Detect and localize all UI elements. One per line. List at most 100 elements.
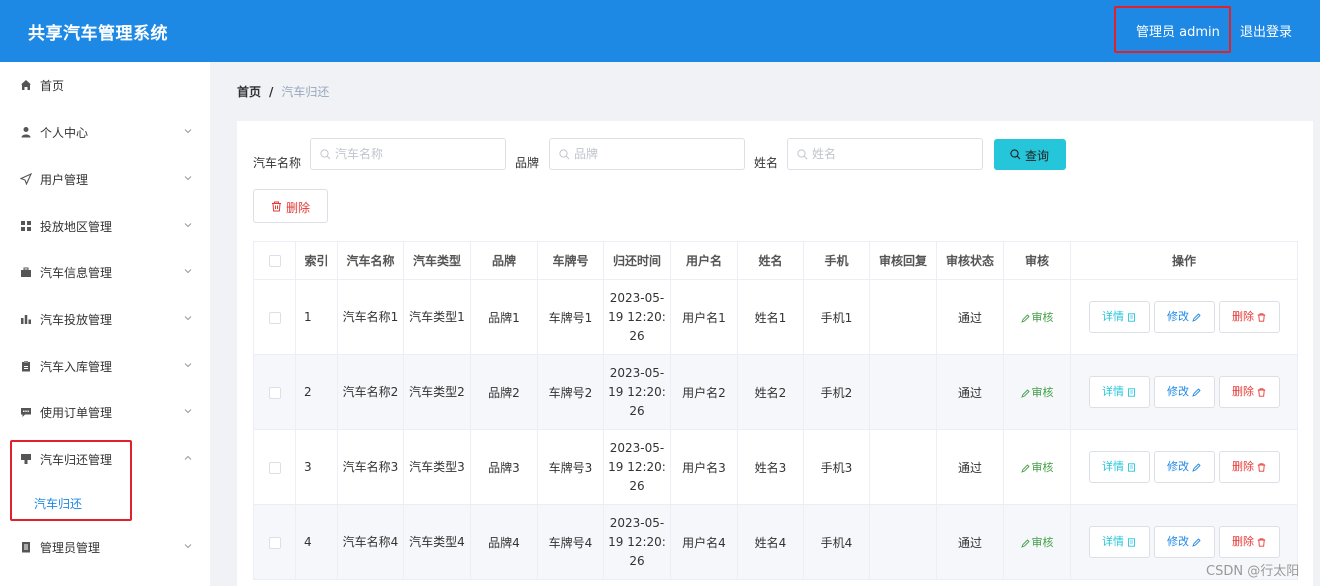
column-header: 操作 [1070,241,1298,280]
sidebar-item-label: 个人中心 [40,126,89,140]
cell-index: 1 [295,279,338,355]
edit-icon [1192,312,1201,322]
search-icon [1010,149,1021,160]
cell-car-type: 汽车类型4 [403,504,471,580]
column-header: 索引 [295,241,338,280]
cell-car-type: 汽车类型2 [403,354,471,430]
delete-label: 删除 [1232,385,1254,398]
cell-username: 用户名3 [670,429,738,505]
name-filter[interactable] [787,138,983,170]
cell-plate: 车牌号4 [537,504,604,580]
cell-return-time: 2023-05-19 12:20:26 [603,279,671,355]
row-checkbox[interactable] [268,386,281,399]
logout-link[interactable]: 退出登录 [1240,21,1292,40]
document-icon [1128,312,1135,322]
sidebar-item-regions[interactable]: 投放地区管理 [0,206,210,246]
table-row: 2 汽车名称2 汽车类型2 品牌2 车牌号2 2023-05-19 12:20:… [253,354,1298,430]
cell-text: 汽车名称1 [342,309,399,324]
detail-label: 详情 [1102,385,1124,398]
cell-car-type: 汽车类型3 [403,429,471,505]
sidebar-item-users[interactable]: 用户管理 [0,159,210,199]
edit-icon [1192,537,1201,547]
cell-index: 4 [295,504,338,580]
cell-text: 汽车类型2 [409,384,465,399]
cell-name: 姓名4 [737,504,804,580]
document-icon [20,541,32,553]
column-header: 车牌号 [537,241,604,280]
detail-label: 详情 [1102,535,1124,548]
detail-button[interactable]: 详情 [1088,376,1150,408]
edit-button[interactable]: 修改 [1153,301,1215,333]
user-icon [20,126,32,138]
cell-username: 用户名1 [670,279,738,355]
edit-button[interactable]: 修改 [1153,376,1215,408]
sidebar-item-car-deploy[interactable]: 汽车投放管理 [0,299,210,339]
edit-icon [1192,462,1201,472]
document-icon [1128,387,1135,397]
delete-button[interactable]: 删除 [1218,526,1280,558]
batch-delete-button[interactable]: 删除 [253,189,328,223]
delete-button[interactable]: 删除 [1218,301,1280,333]
query-button-label: 查询 [1025,149,1050,163]
delete-label: 删除 [1232,460,1254,473]
row-checkbox[interactable] [268,461,281,474]
edit-button[interactable]: 修改 [1153,526,1215,558]
edit-label: 修改 [1167,460,1189,473]
brand-filter[interactable] [549,138,745,170]
cell-status: 通过 [936,354,1004,430]
sidebar-item-car-storage[interactable]: 汽车入库管理 [0,346,210,386]
cell-username: 用户名2 [670,354,738,430]
cell-status: 通过 [936,504,1004,580]
cell-text: 2023-05-19 12:20:26 [608,290,666,343]
edit-button[interactable]: 修改 [1153,451,1215,483]
detail-button[interactable]: 详情 [1088,451,1150,483]
audit-link[interactable]: 审核 [1020,461,1054,474]
audit-label: 审核 [1031,461,1054,474]
audit-link[interactable]: 审核 [1020,536,1054,549]
name-input[interactable] [812,139,978,169]
breadcrumb-separator: / [269,85,274,99]
cell-index: 2 [295,354,338,430]
trash-icon [1257,387,1266,397]
cell-index: 3 [295,429,338,505]
column-header: 姓名 [737,241,804,280]
cell-text: 汽车名称2 [342,384,399,399]
car-name-filter[interactable] [310,138,506,170]
delete-button[interactable]: 删除 [1218,451,1280,483]
column-header: 审核状态 [936,241,1004,280]
audit-link[interactable]: 审核 [1020,311,1054,324]
edit-label: 修改 [1167,535,1189,548]
delete-button[interactable]: 删除 [1218,376,1280,408]
sidebar-item-profile[interactable]: 个人中心 [0,112,210,152]
detail-button[interactable]: 详情 [1088,526,1150,558]
chevron-up-icon [184,454,192,462]
sidebar-item-admins[interactable]: 管理员管理 [0,527,210,567]
clipboard-icon [20,360,32,372]
cell-brand: 品牌1 [470,279,538,355]
cell-status: 通过 [936,429,1004,505]
sidebar-item-orders[interactable]: 使用订单管理 [0,392,210,432]
chevron-down-icon [184,174,192,182]
sidebar-item-home[interactable]: 首页 [0,65,210,105]
chevron-down-icon [184,407,192,415]
bar-chart-icon [20,313,32,325]
edit-label: 修改 [1167,310,1189,323]
cell-reply [869,429,937,505]
query-button[interactable]: 查询 [994,139,1066,170]
car-name-input[interactable] [335,139,501,169]
cell-phone: 手机1 [803,279,870,355]
audit-link[interactable]: 审核 [1020,386,1054,399]
select-all-checkbox[interactable] [268,255,281,267]
cell-brand: 品牌3 [470,429,538,505]
admin-user-label[interactable]: 管理员 admin [1136,21,1220,40]
audit-label: 审核 [1031,536,1054,549]
breadcrumb-home[interactable]: 首页 [237,85,261,99]
row-checkbox[interactable] [268,311,281,324]
sidebar-item-car-info[interactable]: 汽车信息管理 [0,252,210,292]
detail-button[interactable]: 详情 [1088,301,1150,333]
brand-input[interactable] [574,139,740,169]
cell-text: 汽车名称4 [342,534,399,549]
chevron-down-icon [184,267,192,275]
row-checkbox[interactable] [268,536,281,549]
cell-text: 汽车类型4 [409,534,465,549]
